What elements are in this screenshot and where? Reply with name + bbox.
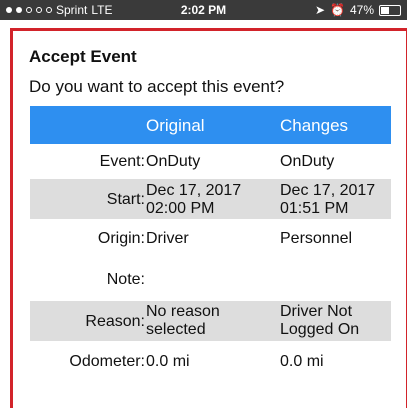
dialog-question: Do you want to accept this event? — [29, 77, 285, 96]
table-header: Original Changes — [30, 106, 391, 144]
table-row-odometer: Odometer: 0.0 mi 0.0 mi — [30, 341, 391, 383]
row-label: Odometer: — [69, 353, 145, 370]
original-value: Driver — [146, 230, 189, 247]
status-right: ➤ ⏰ 47% — [315, 3, 401, 17]
table-row-origin: Origin: Driver Personnel — [30, 219, 391, 259]
row-label: Start: — [106, 191, 145, 208]
comparison-table: Original Changes Event: OnDuty OnDuty St… — [30, 106, 391, 383]
row-label: Note: — [106, 271, 145, 288]
location-arrow-icon: ➤ — [314, 3, 326, 17]
original-value: No reason selected — [146, 303, 220, 338]
table-row-note: Note: — [30, 259, 391, 301]
column-original: Original — [146, 116, 205, 135]
changes-value: Dec 17, 2017 01:51 PM — [280, 182, 376, 217]
original-value: Dec 17, 2017 02:00 PM — [146, 182, 242, 217]
changes-value: OnDuty — [280, 153, 335, 170]
changes-value: Personnel — [280, 230, 353, 247]
original-value: 0.0 mi — [146, 353, 190, 370]
table-row-event: Event: OnDuty OnDuty — [30, 144, 391, 179]
table-row-start: Start: Dec 17, 2017 02:00 PM Dec 17, 201… — [30, 179, 391, 219]
status-bar: Sprint LTE 2:02 PM ➤ ⏰ 47% — [0, 0, 407, 20]
accept-event-dialog: Accept Event Do you want to accept this … — [10, 28, 407, 408]
alarm-icon: ⏰ — [330, 3, 345, 17]
row-label: Event: — [99, 153, 145, 170]
battery-percent: 47% — [349, 3, 374, 17]
battery-icon — [379, 4, 401, 16]
dialog-title: Accept Event — [29, 47, 137, 66]
original-value: OnDuty — [146, 153, 201, 170]
changes-value: 0.0 mi — [280, 353, 324, 370]
column-changes: Changes — [280, 116, 349, 135]
table-row-reason: Reason: No reason selected Driver Not Lo… — [30, 301, 391, 341]
row-label: Origin: — [97, 230, 145, 247]
changes-value: Driver Not Logged On — [280, 303, 360, 338]
row-label: Reason: — [85, 313, 145, 330]
